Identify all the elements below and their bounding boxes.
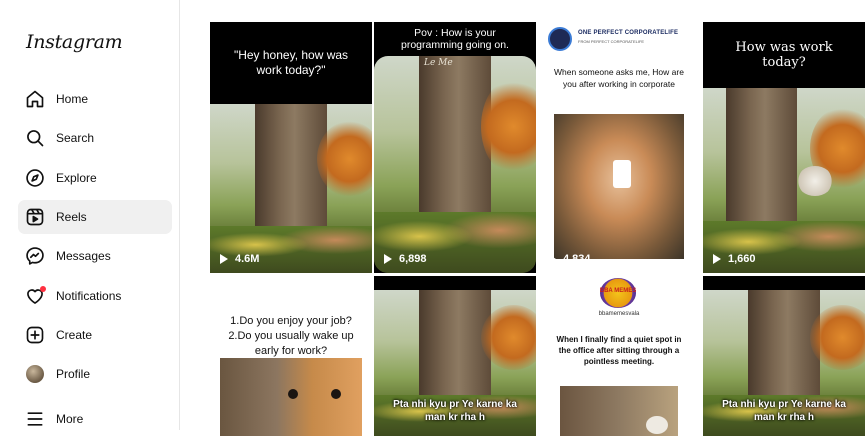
nav-create-label: Create (56, 328, 93, 342)
nav-profile-label: Profile (56, 367, 91, 381)
reel-caption: How was work today? (703, 22, 865, 88)
play-icon (548, 254, 556, 264)
reel-caption: Pov : How is your programming going on. (374, 22, 536, 56)
nav-search[interactable]: Search (18, 121, 172, 155)
sidebar: Instagram Home Search Explore Reels Mess… (0, 0, 180, 430)
view-count-text: 4.6M (235, 253, 260, 265)
brand-name: BBA MEMES (599, 288, 637, 294)
reels-icon (24, 206, 46, 228)
reel-subtitle: Pta nhi kyu pr Ye karne ka man kr rha h (722, 399, 846, 423)
nav-more-label: More (56, 412, 84, 426)
nav-messages-label: Messages (56, 249, 111, 263)
nav-messages[interactable]: Messages (18, 239, 172, 273)
view-count: 1,660 (713, 253, 756, 265)
nav-notifications[interactable]: Notifications (18, 279, 172, 313)
nav-home[interactable]: Home (18, 82, 172, 116)
avatar (26, 365, 44, 383)
hamburger-icon (24, 408, 46, 430)
nav-reels-label: Reels (56, 210, 87, 224)
notification-dot (40, 286, 46, 292)
nav-create[interactable]: Create (18, 318, 172, 352)
reel-caption: 1.Do you enjoy your job? 2.Do you usuall… (228, 315, 354, 357)
nav-search-label: Search (56, 131, 95, 145)
reel-thumbnail (703, 88, 865, 273)
reel-tile[interactable]: 1.Do you enjoy your job? 2.Do you usuall… (210, 276, 372, 436)
view-count-text: 1,660 (728, 253, 756, 265)
search-icon (24, 127, 46, 149)
view-count: 6,898 (384, 253, 427, 265)
messenger-icon (24, 245, 46, 267)
reel-caption: "Hey honey, how was work today?" (210, 22, 372, 104)
reel-thumbnail (554, 114, 684, 259)
brand-name: ONE PERFECT CORPORATELIFE (578, 30, 679, 36)
reel-subtitle: Pta nhi kyu pr Ye karne ka man kr rha h (393, 399, 517, 423)
nav-explore-label: Explore (56, 171, 97, 185)
nav-profile[interactable]: Profile (18, 357, 172, 391)
nav-explore[interactable]: Explore (18, 161, 172, 195)
heart-icon (24, 285, 46, 307)
play-icon (384, 254, 392, 264)
reel-tile[interactable]: Pta nhi kyu pr Ye karne ka man kr rha h (374, 276, 536, 436)
reel-tile[interactable]: How was work today? 1,660 (703, 22, 865, 273)
play-icon (713, 254, 721, 264)
reel-thumbnail (220, 358, 362, 436)
nav-reels[interactable]: Reels (18, 200, 172, 234)
home-icon (24, 88, 46, 110)
reel-tile[interactable]: Pov : How is your programming going on. … (374, 22, 536, 273)
reel-caption: When someone asks me, How are you after … (554, 67, 684, 89)
reel-thumbnail (374, 56, 536, 273)
plus-square-icon (24, 324, 46, 346)
view-count-text: 6,898 (399, 253, 427, 265)
view-count: 4,834 (548, 253, 591, 265)
reel-watermark: Le Me (424, 58, 453, 68)
brand-handle: bbamemesvala (598, 311, 640, 317)
view-count: 4.6M (220, 253, 259, 265)
reel-caption: When I finally find a quiet spot in the … (556, 335, 682, 366)
view-count-text: 4,834 (563, 253, 591, 265)
nav-notifications-label: Notifications (56, 289, 122, 303)
brand-subtitle: FROM PERFECT CORPORATELIFE (578, 39, 645, 44)
play-icon (220, 254, 228, 264)
reel-header: ONE PERFECT CORPORATELIFE FROM PERFECT C… (538, 22, 700, 114)
reel-thumbnail (210, 104, 372, 273)
reel-tile[interactable]: ONE PERFECT CORPORATELIFE FROM PERFECT C… (538, 22, 700, 273)
instagram-logo[interactable]: Instagram (26, 31, 123, 53)
brand-logo-icon (548, 27, 572, 51)
reel-thumbnail (560, 386, 678, 436)
nav-more[interactable]: More (18, 402, 172, 436)
avatar-wrap (24, 363, 46, 385)
nav-home-label: Home (56, 92, 89, 106)
reel-tile[interactable]: Pta nhi kyu pr Ye karne ka man kr rha h (703, 276, 865, 436)
reel-tile[interactable]: BBA MEMES bbamemesvala When I finally fi… (538, 276, 700, 436)
reel-tile[interactable]: "Hey honey, how was work today?" 4.6M (210, 22, 372, 273)
compass-icon (24, 167, 46, 189)
